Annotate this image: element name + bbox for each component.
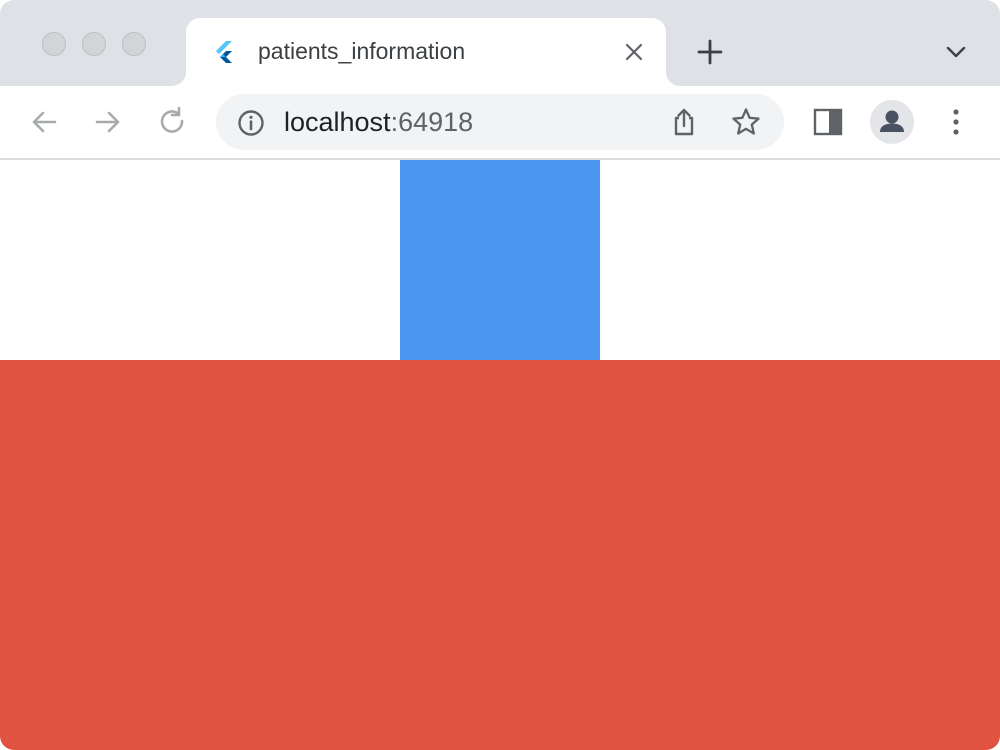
share-icon[interactable] <box>668 106 700 138</box>
kebab-menu-icon[interactable] <box>938 104 974 140</box>
reload-icon[interactable] <box>154 104 190 140</box>
window-close-button[interactable] <box>42 32 66 56</box>
browser-toolbar: localhost:64918 <box>0 86 1000 160</box>
red-block <box>0 360 1000 750</box>
flutter-icon <box>216 41 232 63</box>
blue-block <box>400 160 600 360</box>
forward-arrow-icon[interactable] <box>90 104 126 140</box>
new-tab-icon[interactable] <box>694 36 726 68</box>
star-icon[interactable] <box>730 106 762 138</box>
page-content <box>0 160 1000 750</box>
url-host: localhost <box>284 107 391 137</box>
side-panel-icon[interactable] <box>810 104 846 140</box>
address-bar[interactable]: localhost:64918 <box>216 94 784 150</box>
window-maximize-button[interactable] <box>122 32 146 56</box>
url-text[interactable]: localhost:64918 <box>284 107 473 138</box>
profile-icon <box>880 110 904 132</box>
url-port: :64918 <box>390 107 474 137</box>
tab-patients-information[interactable]: patients_information <box>186 18 666 86</box>
tab-title: patients_information <box>258 38 466 64</box>
profile-button[interactable] <box>870 100 914 144</box>
browser-window: patients_information localhost:64918 <box>0 0 1000 750</box>
chevron-down-icon[interactable] <box>942 40 970 64</box>
info-icon[interactable] <box>236 108 266 138</box>
window-minimize-button[interactable] <box>82 32 106 56</box>
tab-strip: patients_information <box>0 0 1000 86</box>
close-icon[interactable] <box>622 40 646 64</box>
back-arrow-icon[interactable] <box>26 104 62 140</box>
